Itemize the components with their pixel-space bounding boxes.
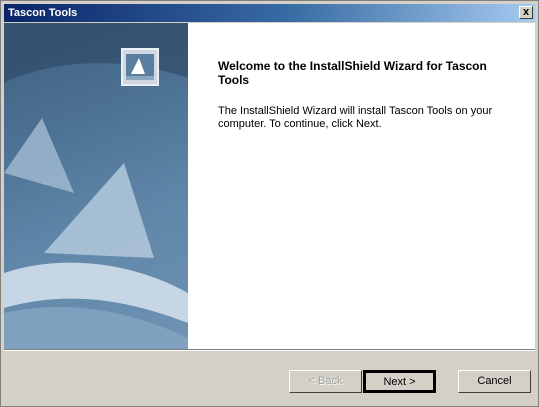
back-button[interactable]: < Back <box>289 370 362 393</box>
close-button[interactable]: x <box>519 6 533 19</box>
wizard-content: Welcome to the InstallShield Wizard for … <box>4 23 535 349</box>
installer-window: Tascon Tools x Welcome to the InstallShi… <box>0 0 539 407</box>
close-icon: x <box>522 6 530 18</box>
sail-artwork <box>4 23 188 349</box>
welcome-text-area: Welcome to the InstallShield Wizard for … <box>218 59 518 131</box>
next-button[interactable]: Next > <box>363 370 436 393</box>
welcome-heading: Welcome to the InstallShield Wizard for … <box>218 59 487 87</box>
title-bar[interactable]: Tascon Tools x <box>4 4 535 22</box>
cancel-button[interactable]: Cancel <box>458 370 531 393</box>
footer-divider <box>4 349 535 351</box>
window-title: Tascon Tools <box>8 7 78 19</box>
computer-setup-icon <box>121 48 159 86</box>
side-banner-image <box>4 23 188 349</box>
welcome-description: The InstallShield Wizard will install Ta… <box>218 105 493 130</box>
